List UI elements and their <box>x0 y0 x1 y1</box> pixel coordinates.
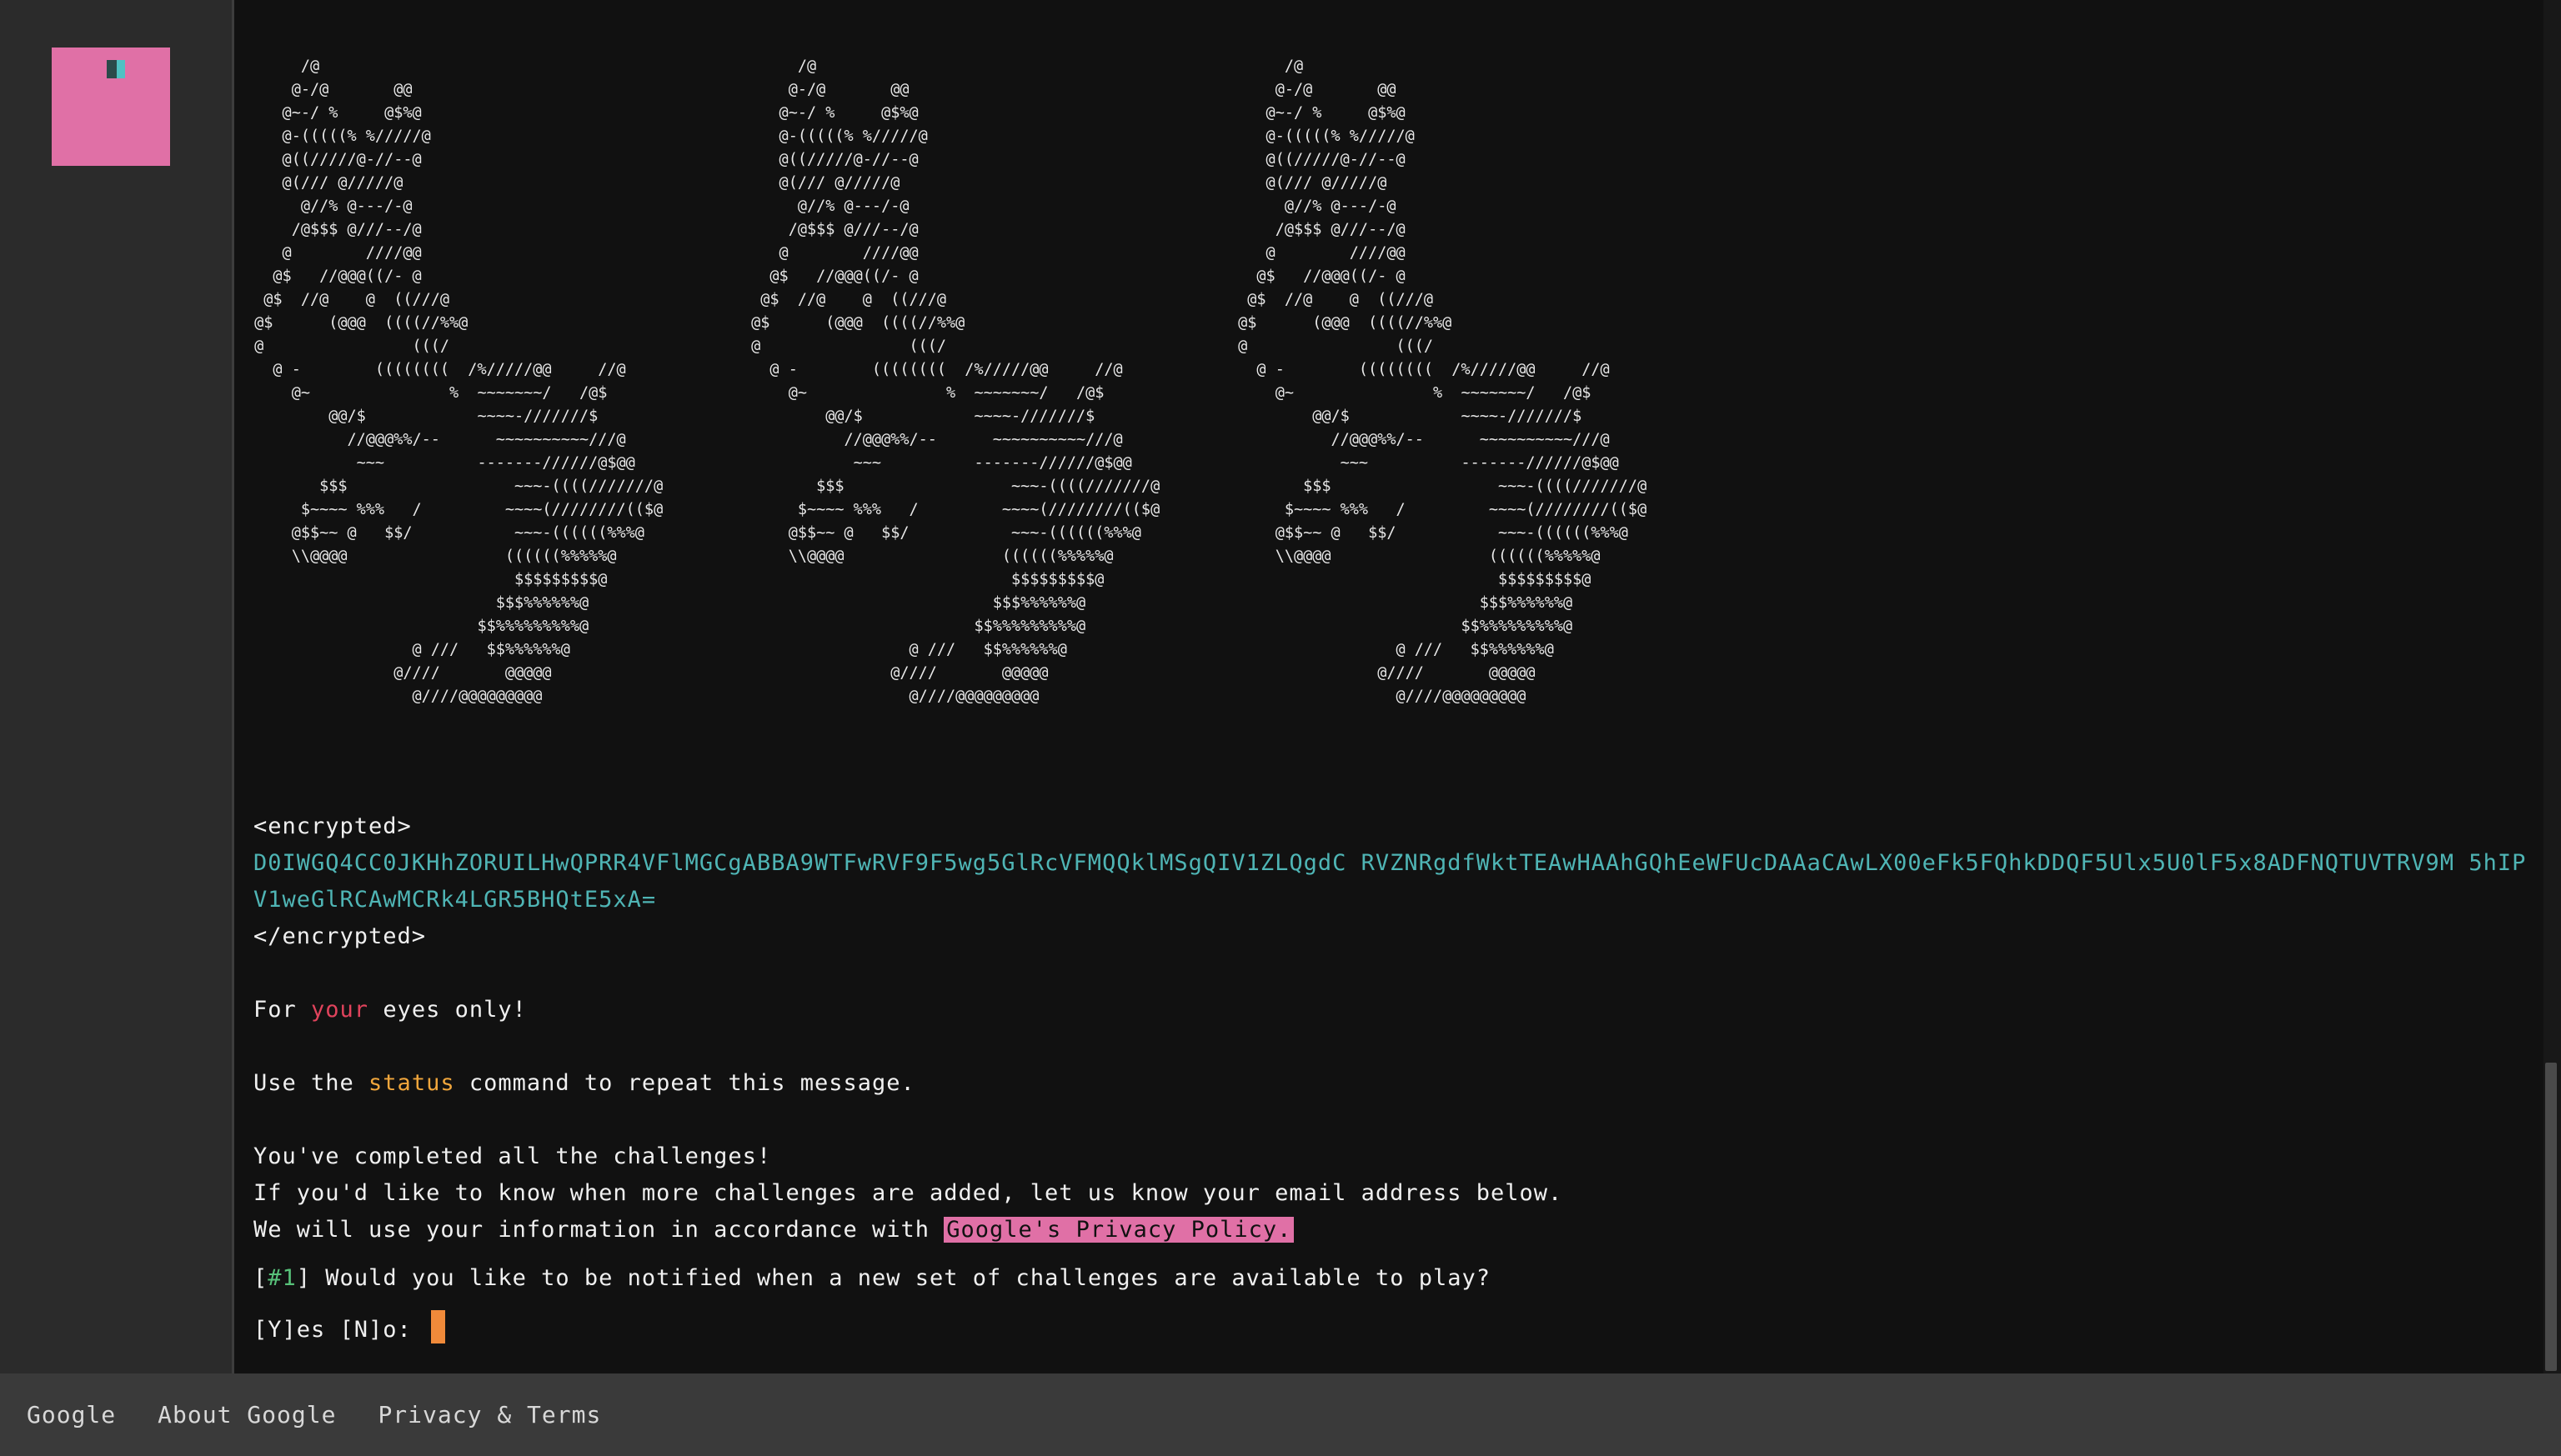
sidebar <box>0 0 234 1373</box>
question-bracket-open: [ <box>253 1265 268 1291</box>
ascii-art-copy-1: /@ @-/@ @@ @~-/ % @$%@ @-(((((% %/////@ … <box>254 58 664 705</box>
policy-line: We will use your information in accordan… <box>253 1212 2538 1248</box>
logo-eye-highlight <box>117 60 125 78</box>
eyes-only-line: For your eyes only! <box>253 992 2538 1028</box>
footer-link-privacy-terms[interactable]: Privacy & Terms <box>378 1401 601 1428</box>
privacy-policy-link[interactable]: Google's Privacy Policy. <box>944 1217 1295 1243</box>
status-command: status <box>368 1070 455 1096</box>
question-bracket-close: ] <box>296 1265 312 1291</box>
question-number: #1 <box>268 1265 297 1291</box>
ascii-art-copy-3: /@ @-/@ @@ @~-/ % @$%@ @-(((((% %/////@ … <box>1238 58 1647 705</box>
footer: Google About Google Privacy & Terms <box>0 1373 2561 1456</box>
message-output: <encrypted> D0IWGQ4CC0JKHhZORUILHwQPRR4V… <box>253 808 2538 1347</box>
ascii-art: /@ @-/@ @@ @~-/ % @$%@ @-(((((% %/////@ … <box>245 55 2529 722</box>
scrollbar-thumb[interactable] <box>2545 1063 2557 1371</box>
question-text: Would you like to be notified when a new… <box>311 1265 1491 1291</box>
ascii-art-copy-2: /@ @-/@ @@ @~-/ % @$%@ @-(((((% %/////@ … <box>751 58 1160 705</box>
notify-info: If you'd like to know when more challeng… <box>253 1180 1563 1206</box>
status-prefix: Use the <box>253 1070 369 1096</box>
footer-link-google[interactable]: Google <box>27 1401 116 1428</box>
text-cursor[interactable] <box>431 1310 446 1343</box>
policy-prefix: We will use your information in accordan… <box>253 1217 945 1243</box>
status-hint-line: Use the status command to repeat this me… <box>253 1065 2538 1102</box>
yes-no-prompt[interactable]: [Y]es [N]o: <box>253 1310 2538 1347</box>
eyes-prefix: For <box>253 997 312 1023</box>
logo-eye-shadow <box>107 60 117 78</box>
footer-link-about-google[interactable]: About Google <box>158 1401 336 1428</box>
terminal-output: /@ @-/@ @@ @~-/ % @$%@ @-(((((% %/////@ … <box>234 0 2543 1373</box>
status-suffix: command to repeat this message. <box>454 1070 915 1096</box>
prompt-label: [Y]es [N]o: <box>253 1317 427 1343</box>
notify-question: [#1] Would you like to be notified when … <box>253 1260 2538 1297</box>
encrypted-text[interactable]: D0IWGQ4CC0JKHhZORUILHwQPRR4VFlMGCgABBA9W… <box>253 845 2538 918</box>
encrypted-close-tag: </encrypted> <box>253 923 427 949</box>
encrypted-open-tag: <encrypted> <box>253 813 412 839</box>
eyes-suffix: eyes only! <box>368 997 527 1023</box>
eyes-highlight: your <box>311 997 369 1023</box>
completed-message: You've completed all the challenges! <box>253 1143 772 1169</box>
